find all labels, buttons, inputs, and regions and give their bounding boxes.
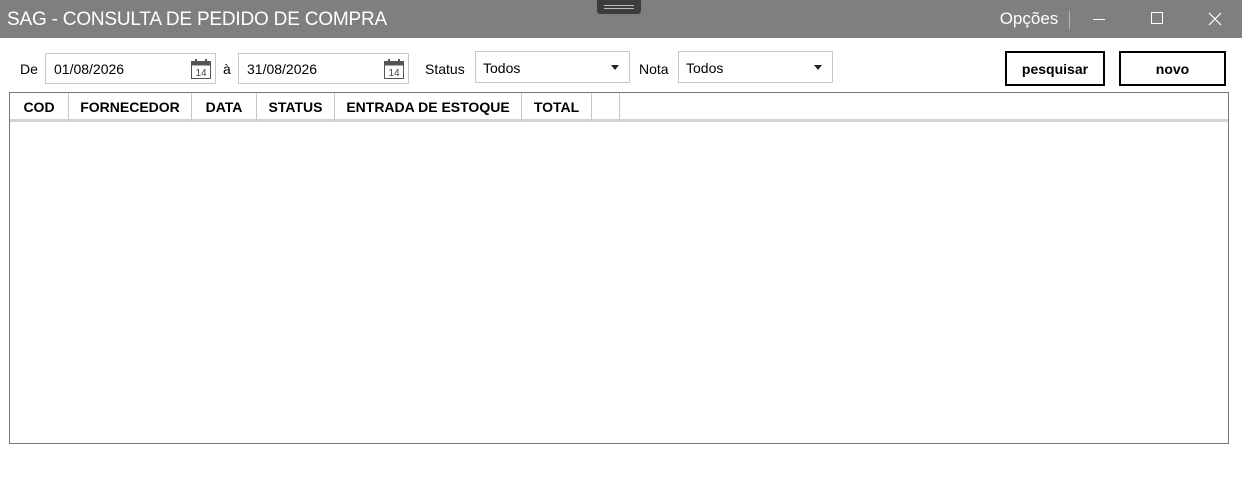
maximize-icon	[1151, 12, 1163, 24]
close-button[interactable]	[1187, 0, 1242, 38]
column-header-empty[interactable]	[592, 93, 620, 122]
from-date-value: 01/08/2026	[54, 61, 125, 77]
title-bar: SAG - CONSULTA DE PEDIDO DE COMPRA Opçõe…	[0, 0, 1242, 38]
window-title: SAG - CONSULTA DE PEDIDO DE COMPRA	[7, 9, 387, 30]
column-header-fornecedor[interactable]: FORNECEDOR	[69, 93, 192, 122]
nota-select[interactable]: Todos	[678, 51, 833, 83]
dropdown-arrow-icon	[611, 65, 619, 70]
column-header-data[interactable]: DATA	[192, 93, 257, 122]
close-icon	[1208, 12, 1222, 26]
orders-table[interactable]: COD FORNECEDOR DATA STATUS ENTRADA DE ES…	[9, 92, 1229, 444]
drag-handle-icon[interactable]	[597, 0, 641, 14]
column-header-total[interactable]: TOTAL	[522, 93, 592, 122]
new-button[interactable]: novo	[1119, 51, 1226, 86]
column-header-cod[interactable]: COD	[10, 93, 69, 122]
table-header: COD FORNECEDOR DATA STATUS ENTRADA DE ES…	[10, 93, 1228, 122]
status-select-value: Todos	[483, 60, 521, 76]
to-date-value: 31/08/2026	[247, 61, 318, 77]
calendar-day: 14	[388, 68, 400, 79]
calendar-day: 14	[195, 68, 207, 79]
calendar-icon[interactable]: 14	[383, 58, 405, 80]
search-button[interactable]: pesquisar	[1005, 51, 1105, 86]
nota-label: Nota	[639, 61, 669, 77]
minimize-button[interactable]	[1071, 0, 1127, 38]
to-date-picker[interactable]: 31/08/2026 14	[238, 53, 409, 84]
minimize-icon	[1093, 19, 1105, 20]
dropdown-arrow-icon	[814, 65, 822, 70]
column-header-status[interactable]: STATUS	[257, 93, 335, 122]
maximize-button[interactable]	[1129, 0, 1185, 38]
status-label: Status	[425, 61, 465, 77]
column-header-entrada-de-estoque[interactable]: ENTRADA DE ESTOQUE	[335, 93, 522, 122]
options-menu-button[interactable]: Opções	[992, 0, 1066, 38]
title-separator	[1069, 11, 1070, 29]
to-date-label: à	[223, 61, 231, 77]
from-date-label: De	[20, 61, 38, 77]
calendar-icon[interactable]: 14	[190, 58, 212, 80]
from-date-picker[interactable]: 01/08/2026 14	[45, 53, 216, 84]
status-select[interactable]: Todos	[475, 51, 630, 83]
nota-select-value: Todos	[686, 60, 724, 76]
